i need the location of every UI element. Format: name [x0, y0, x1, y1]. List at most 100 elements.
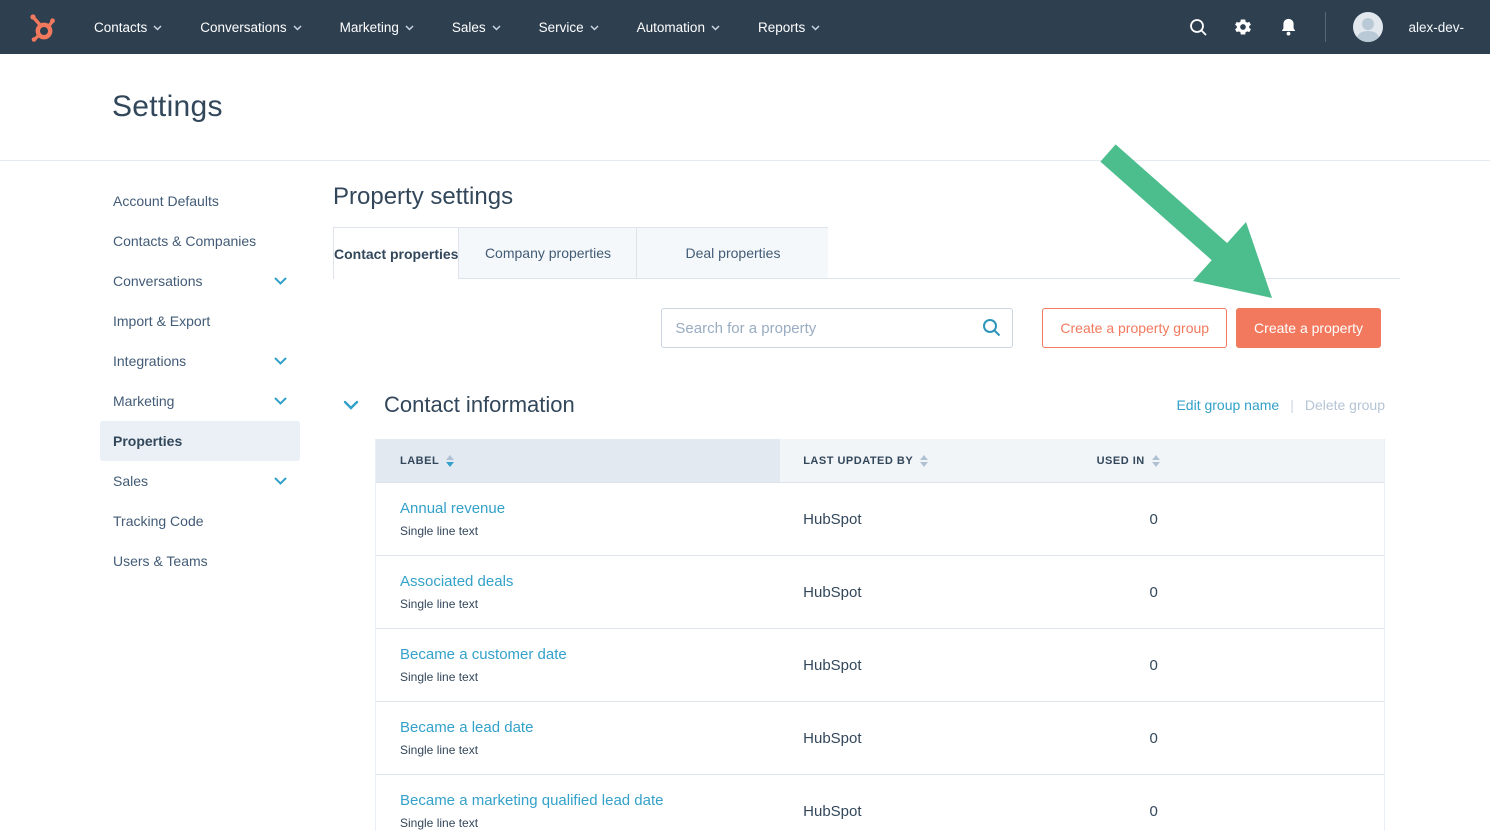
- property-name-link[interactable]: Became a lead date: [400, 719, 533, 736]
- property-type-text: Single line text: [400, 743, 478, 757]
- group-title: Contact information: [384, 392, 575, 418]
- chevron-down-icon: [274, 277, 287, 285]
- section-heading: Property settings: [333, 183, 1400, 211]
- column-header-label[interactable]: LABEL: [376, 439, 780, 482]
- sort-icon: [446, 455, 454, 467]
- nav-item-reports[interactable]: Reports: [758, 20, 820, 35]
- property-name-link[interactable]: Associated deals: [400, 573, 513, 590]
- sidebar-item-label: Integrations: [113, 353, 186, 369]
- tab-contact-properties[interactable]: Contact properties: [333, 227, 458, 279]
- nav-item-label: Conversations: [200, 20, 286, 35]
- gear-icon[interactable]: [1233, 17, 1253, 37]
- chevron-down-icon: [274, 477, 287, 485]
- property-name-link[interactable]: Became a marketing qualified lead date: [400, 792, 664, 809]
- sidebar-item[interactable]: Account Defaults: [100, 181, 300, 221]
- delete-group-link[interactable]: Delete group: [1305, 397, 1385, 413]
- last-updated-by-cell: HubSpot: [780, 556, 1072, 628]
- property-type-text: Single line text: [400, 524, 478, 538]
- used-in-cell: 0: [1073, 629, 1384, 701]
- table-row: Annual revenue Single line text HubSpot …: [376, 483, 1384, 556]
- chevron-down-icon: [405, 25, 414, 31]
- user-avatar[interactable]: [1353, 12, 1383, 42]
- sidebar-item[interactable]: Integrations: [100, 341, 300, 381]
- nav-item-conversations[interactable]: Conversations: [200, 20, 301, 35]
- sidebar-item-label: Contacts & Companies: [113, 233, 256, 249]
- nav-item-marketing[interactable]: Marketing: [340, 20, 414, 35]
- create-property-button[interactable]: Create a property: [1236, 308, 1381, 348]
- property-tabs: Contact properties Company properties De…: [333, 227, 1400, 279]
- table-row: Associated deals Single line text HubSpo…: [376, 556, 1384, 629]
- content-area: Account Defaults Contacts & Companies Co…: [0, 161, 1490, 831]
- property-type-text: Single line text: [400, 597, 478, 611]
- column-header-last-updated-by[interactable]: LAST UPDATED BY: [780, 439, 1072, 482]
- sidebar-item[interactable]: Sales: [100, 461, 300, 501]
- properties-table: LABEL LAST UPDATED BY USED IN Annual: [375, 439, 1385, 831]
- edit-group-name-link[interactable]: Edit group name: [1176, 397, 1279, 413]
- chevron-down-icon: [492, 25, 501, 31]
- table-row: Became a lead date Single line text HubS…: [376, 702, 1384, 775]
- nav-item-automation[interactable]: Automation: [637, 20, 720, 35]
- hubspot-sprocket-icon: [24, 10, 58, 44]
- nav-item-label: Contacts: [94, 20, 147, 35]
- search-icon[interactable]: [982, 318, 1001, 342]
- settings-sidebar: Account Defaults Contacts & Companies Co…: [100, 161, 300, 831]
- column-header-text: LABEL: [400, 455, 439, 467]
- used-in-cell: 0: [1073, 775, 1384, 831]
- used-in-cell: 0: [1073, 556, 1384, 628]
- sidebar-item-label: Account Defaults: [113, 193, 219, 209]
- bell-icon[interactable]: [1278, 17, 1298, 37]
- sidebar-item[interactable]: Tracking Code: [100, 501, 300, 541]
- nav-item-label: Automation: [637, 20, 705, 35]
- page-title: Settings: [112, 90, 223, 124]
- table-row: Became a marketing qualified lead date S…: [376, 775, 1384, 831]
- nav-divider: [1325, 12, 1326, 42]
- last-updated-by-cell: HubSpot: [780, 629, 1072, 701]
- chevron-down-icon: [711, 25, 720, 31]
- column-header-text: LAST UPDATED BY: [803, 455, 913, 467]
- property-type-text: Single line text: [400, 816, 478, 830]
- sort-icon: [920, 455, 928, 467]
- last-updated-by-cell: HubSpot: [780, 483, 1072, 555]
- sidebar-item[interactable]: Users & Teams: [100, 541, 300, 581]
- chevron-down-icon: [590, 25, 599, 31]
- property-name-link[interactable]: Annual revenue: [400, 500, 505, 517]
- sidebar-item-label: Tracking Code: [113, 513, 204, 529]
- user-menu[interactable]: alex-dev-: [1408, 20, 1464, 35]
- property-name-link[interactable]: Became a customer date: [400, 646, 567, 663]
- sidebar-item-label: Marketing: [113, 393, 174, 409]
- property-search: [661, 308, 1013, 348]
- nav-item-sales[interactable]: Sales: [452, 20, 501, 35]
- top-navigation-bar: Contacts Conversations Marketing Sales S…: [0, 0, 1490, 54]
- nav-item-contacts[interactable]: Contacts: [94, 20, 162, 35]
- sidebar-item-label: Properties: [113, 433, 182, 449]
- hubspot-settings-page: Contacts Conversations Marketing Sales S…: [0, 0, 1490, 831]
- search-icon[interactable]: [1188, 17, 1208, 37]
- nav-utilities: alex-dev-: [1188, 12, 1464, 42]
- last-updated-by-cell: HubSpot: [780, 775, 1072, 831]
- nav-item-service[interactable]: Service: [539, 20, 599, 35]
- tab-company-properties[interactable]: Company properties: [458, 227, 636, 278]
- collapse-chevron-down-icon[interactable]: [343, 400, 359, 410]
- nav-item-label: Marketing: [340, 20, 399, 35]
- column-header-used-in[interactable]: USED IN: [1073, 439, 1384, 482]
- chevron-down-icon: [293, 25, 302, 31]
- create-property-group-button[interactable]: Create a property group: [1042, 308, 1227, 348]
- sidebar-item[interactable]: Contacts & Companies: [100, 221, 300, 261]
- property-label-cell: Became a customer date Single line text: [376, 629, 780, 701]
- sidebar-item[interactable]: Import & Export: [100, 301, 300, 341]
- sidebar-item[interactable]: Marketing: [100, 381, 300, 421]
- sidebar-item[interactable]: Properties: [100, 421, 300, 461]
- group-header-row: Contact information Edit group name | De…: [333, 392, 1400, 418]
- tab-deal-properties[interactable]: Deal properties: [636, 227, 828, 278]
- sort-icon: [1152, 455, 1160, 467]
- table-header-row: LABEL LAST UPDATED BY USED IN: [376, 439, 1384, 483]
- last-updated-by-cell: HubSpot: [780, 702, 1072, 774]
- hubspot-logo[interactable]: [22, 8, 60, 46]
- nav-item-label: Service: [539, 20, 584, 35]
- sidebar-item[interactable]: Conversations: [100, 261, 300, 301]
- page-header: Settings: [0, 54, 1490, 161]
- chevron-down-icon: [153, 25, 162, 31]
- search-input[interactable]: [661, 308, 1013, 348]
- column-header-text: USED IN: [1097, 455, 1145, 467]
- nav-item-label: Reports: [758, 20, 805, 35]
